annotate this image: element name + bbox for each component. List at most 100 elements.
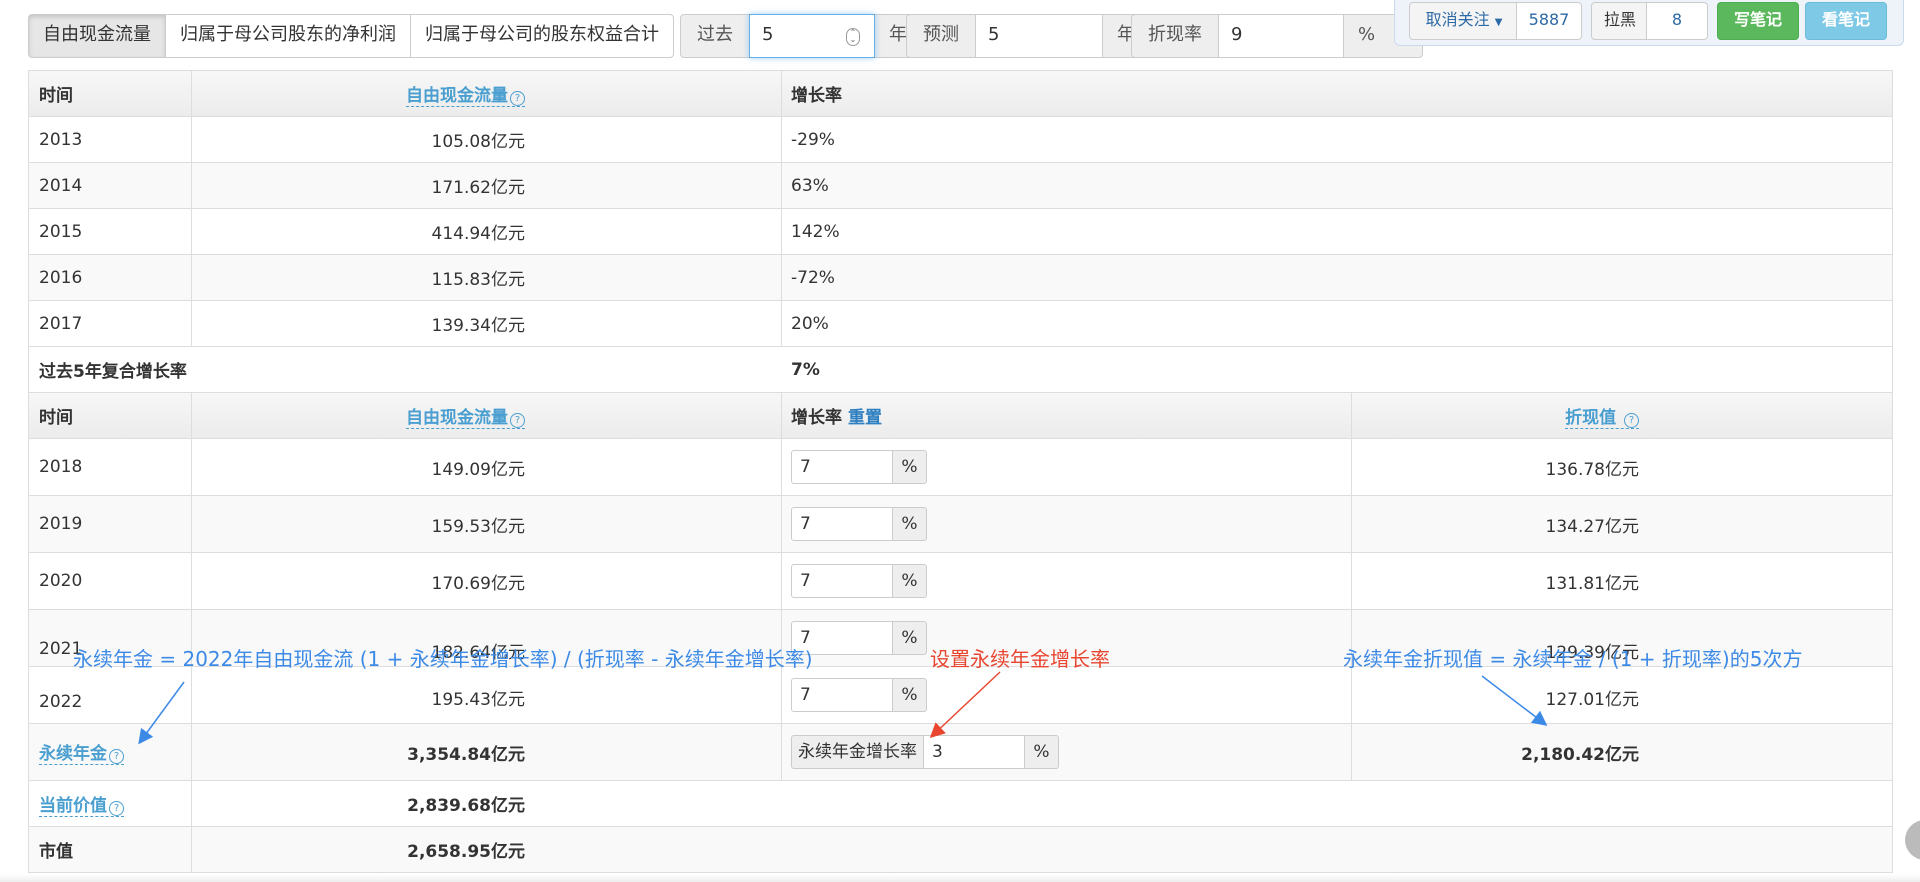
discount-rate-input[interactable]: 9: [1218, 14, 1344, 58]
perpetuity-label: 永续年金: [39, 744, 107, 764]
dcf-valuation-table: 时间 自由现金流量? 增长率 2013 105.08亿元 -29% 2014 1…: [28, 70, 1893, 873]
help-icon: ?: [109, 800, 124, 816]
percent-addon: %: [893, 450, 927, 484]
pv-cell: 136.78亿元: [1545, 459, 1639, 480]
history-header-row: 时间 自由现金流量? 增长率: [29, 71, 1892, 116]
fcf-help-link[interactable]: 自由现金流量?: [406, 86, 525, 107]
year-cell: 2020: [29, 553, 192, 609]
current-value-label: 当前价值: [39, 795, 107, 816]
year-cell: 2019: [29, 496, 192, 552]
growth-cell: -72%: [791, 267, 835, 288]
annotation-set-growth: 设置永续年金增长率: [930, 647, 1110, 671]
table-row: 2015 414.94亿元 142%: [29, 208, 1892, 254]
year-cell: 2016: [29, 255, 192, 300]
help-icon: ?: [510, 91, 525, 106]
table-row: 2016 115.83亿元 -72%: [29, 254, 1892, 300]
current-value-help-link[interactable]: 当前价值?: [39, 791, 124, 817]
cagr-row: 过去5年复合增长率 7%: [29, 346, 1892, 392]
past-years-value: 5: [762, 24, 774, 45]
perpetuity-help-link[interactable]: 永续年金?: [39, 739, 124, 765]
discount-rate-group: 折现率 9 %: [1131, 14, 1423, 58]
table-row: 2020 170.69亿元 7 % 131.81亿元: [29, 552, 1892, 609]
forecast-years-input[interactable]: 5: [975, 14, 1103, 58]
tab-free-cash-flow[interactable]: 自由现金流量: [28, 14, 166, 58]
table-row: 2019 159.53亿元 7 % 134.27亿元: [29, 495, 1892, 552]
perpetuity-growth-label: 永续年金增长率: [791, 735, 923, 769]
table-row: 2017 139.34亿元 20%: [29, 300, 1892, 346]
growth-rate-input-group: 7 %: [791, 450, 927, 484]
table-row: 2022 195.43亿元 7 % 127.01亿元: [29, 666, 1892, 723]
fcf-help-link[interactable]: 自由现金流量?: [406, 408, 525, 429]
growth-rate-input-group: 7 %: [791, 507, 927, 541]
fcf-cell: 171.62亿元: [431, 178, 525, 198]
perpetuity-row: 永续年金? 3,354.84亿元 永续年金增长率 3 % 2,180.42亿元: [29, 723, 1892, 780]
col-growth: 增长率: [791, 86, 842, 106]
table-row: 2013 105.08亿元 -29%: [29, 116, 1892, 162]
tab-shareholder-equity[interactable]: 归属于母公司的股东权益合计: [410, 14, 674, 58]
growth-rate-input[interactable]: 7: [791, 678, 893, 712]
follower-count: 5887: [1516, 2, 1582, 40]
pv-cell: 131.81亿元: [1545, 573, 1639, 594]
metric-tabs: 自由现金流量 归属于母公司股东的净利润 归属于母公司的股东权益合计: [28, 14, 674, 58]
growth-rate-input[interactable]: 7: [791, 450, 893, 484]
caret-down-icon: ▼: [1494, 17, 1503, 28]
fcf-header-label: 自由现金流量: [406, 408, 508, 428]
cagr-label: 过去5年复合增长率: [39, 362, 187, 382]
growth-rate-input[interactable]: 7: [791, 564, 893, 598]
cagr-value: 7%: [791, 359, 820, 380]
past-label: 过去: [680, 14, 749, 58]
pv-header-label: 折现值: [1565, 408, 1617, 428]
block-count: 8: [1646, 2, 1708, 40]
view-note-button[interactable]: 看笔记: [1805, 2, 1887, 40]
help-icon: ?: [1624, 413, 1639, 428]
write-note-button[interactable]: 写笔记: [1717, 2, 1799, 40]
percent-addon: %: [1025, 735, 1059, 769]
fcf-cell: 115.83亿元: [431, 270, 525, 290]
growth-cell: 142%: [791, 221, 840, 242]
current-value-row: 当前价值? 2,839.68亿元: [29, 780, 1892, 826]
year-cell: 2017: [29, 301, 192, 346]
percent-addon: %: [893, 621, 927, 655]
year-cell: 2018: [29, 439, 192, 495]
help-icon: ?: [109, 749, 124, 764]
past-years-input[interactable]: 5 ⌃ ⌄: [749, 14, 875, 58]
tab-net-profit[interactable]: 归属于母公司股东的净利润: [165, 14, 411, 58]
fcf-cell: 149.09亿元: [431, 459, 525, 480]
col-time: 时间: [29, 71, 192, 116]
fcf-cell: 170.69亿元: [431, 573, 525, 594]
unfollow-label: 取消关注: [1425, 10, 1490, 29]
current-value: 2,839.68亿元: [407, 796, 525, 816]
unfollow-button[interactable]: 取消关注 ▼: [1409, 2, 1519, 40]
table-row: 2018 149.09亿元 7 % 136.78亿元: [29, 438, 1892, 495]
floating-circle-button[interactable]: [1905, 820, 1920, 860]
reset-link[interactable]: 重置: [848, 403, 882, 428]
bottom-edge: [0, 874, 1920, 882]
fcf-header-label: 自由现金流量: [406, 86, 508, 106]
perpetuity-growth-input[interactable]: 3: [923, 735, 1025, 769]
pv-cell: 127.01亿元: [1545, 690, 1639, 710]
market-cap-row: 市值 2,658.95亿元: [29, 826, 1892, 872]
growth-header-label: 增长率: [791, 408, 842, 428]
fcf-cell: 159.53亿元: [431, 516, 525, 537]
block-button[interactable]: 拉黑: [1591, 2, 1649, 40]
col-fcf: 自由现金流量?: [181, 71, 782, 116]
year-cell: 2013: [29, 117, 192, 162]
stock-action-bar: 取消关注 ▼ 5887 拉黑 8 写笔记 看笔记: [1394, 0, 1904, 46]
pv-help-link[interactable]: 折现值 ?: [1565, 408, 1639, 429]
year-cell: 2015: [29, 209, 192, 254]
forecast-header-row: 时间 自由现金流量? 增长率 重置 折现值 ?: [29, 392, 1892, 438]
help-icon: ?: [510, 413, 525, 428]
perpetuity-pv-value: 2,180.42亿元: [1521, 744, 1639, 765]
growth-rate-input[interactable]: 7: [791, 507, 893, 541]
fcf-cell: 195.43亿元: [431, 690, 525, 710]
growth-rate-input-group: 7 %: [791, 564, 927, 598]
fcf-cell: 139.34亿元: [431, 316, 525, 336]
growth-rate-input-group: 7 %: [791, 678, 927, 712]
growth-cell: -29%: [791, 129, 835, 150]
forecast-label: 预测: [906, 14, 975, 58]
spinner-icon[interactable]: ⌃ ⌄: [846, 28, 860, 46]
percent-addon: %: [893, 678, 927, 712]
growth-cell: 20%: [791, 313, 829, 334]
market-cap-value: 2,658.95亿元: [407, 842, 525, 862]
pv-cell: 134.27亿元: [1545, 516, 1639, 537]
